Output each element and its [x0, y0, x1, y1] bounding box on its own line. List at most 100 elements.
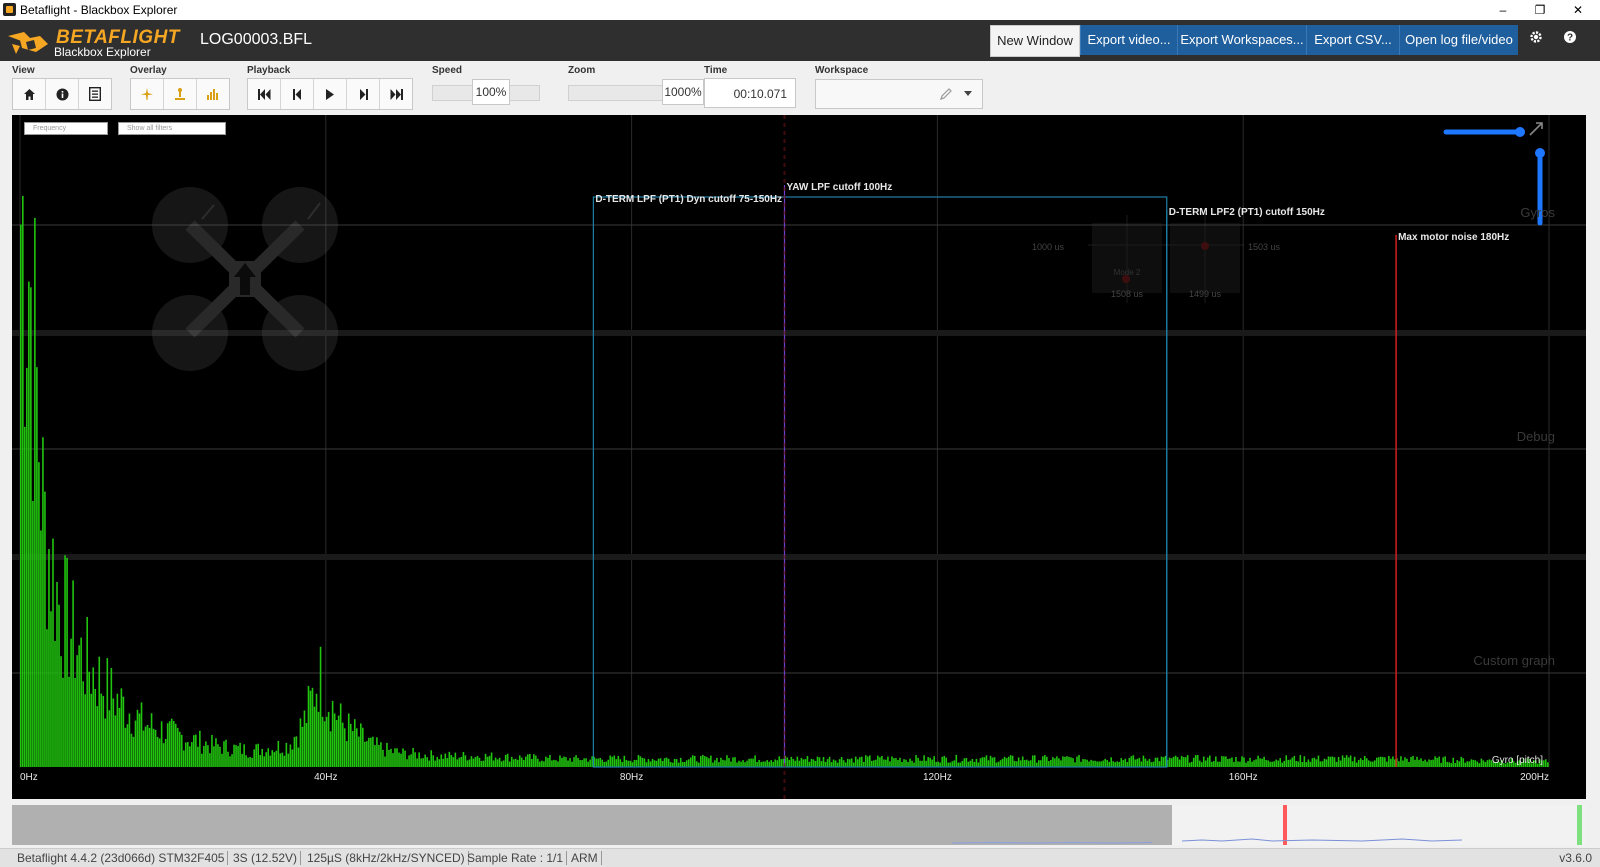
spectrum-bar	[653, 760, 656, 767]
spectrum-bar	[677, 762, 680, 767]
frequency-select[interactable]: Frequency	[24, 122, 108, 135]
spectrum-bar	[223, 741, 225, 767]
jump-end-icon[interactable]	[380, 79, 412, 109]
zoom-value[interactable]: 1000%	[662, 79, 704, 105]
spectrum-bar	[142, 730, 145, 767]
workspace-select[interactable]	[815, 79, 983, 109]
spectrum-bar	[617, 755, 620, 767]
spectrum-chart: Gyros Debug Custom graph 1000 us 1503 us…	[12, 115, 1586, 799]
spectrum-bar	[830, 762, 833, 767]
spectrum-bar	[798, 760, 801, 767]
spectrum-bar	[796, 756, 799, 767]
help-icon[interactable]: ?	[1561, 30, 1579, 50]
yaw-lpf-label: YAW LPF cutoff 100Hz	[787, 182, 893, 193]
pencil-icon[interactable]	[940, 88, 952, 100]
spectrum-bar	[76, 655, 78, 767]
export-workspaces-button[interactable]: Export Workspaces...	[1177, 25, 1306, 55]
maximize-button[interactable]: ❐	[1525, 2, 1555, 19]
spectrum-bar	[450, 755, 453, 767]
close-button[interactable]: ✕	[1563, 2, 1593, 19]
spectrum-bar	[858, 757, 861, 767]
spectrum-bar	[1096, 761, 1098, 767]
time-label: Time	[704, 65, 728, 76]
spectrum-bar	[868, 755, 871, 767]
spectrum-bar	[86, 617, 88, 767]
spectrum-bar	[1148, 758, 1151, 767]
spectrum-bar	[697, 762, 700, 767]
spectrum-bar	[1377, 757, 1380, 767]
spectrum-bar	[903, 759, 905, 767]
spectrum-bar	[929, 757, 931, 767]
open-log-button[interactable]: Open log file/video	[1399, 25, 1518, 55]
analyser-overlay-icon[interactable]	[197, 79, 229, 109]
spectrum-bar	[794, 760, 797, 767]
spectrum-bar	[178, 731, 181, 767]
spectrum-bar	[768, 761, 771, 767]
spectrum-bar	[605, 761, 608, 767]
spectrum-bar	[718, 762, 720, 767]
spectrum-bar	[746, 760, 748, 767]
spectrum-bar	[388, 749, 390, 767]
export-video-button[interactable]: Export video...	[1080, 25, 1177, 55]
spectrum-bar	[730, 761, 732, 767]
spectrum-bar	[1068, 756, 1070, 767]
window-titlebar: Betaflight - Blackbox Explorer – ❐ ✕	[0, 0, 1600, 21]
spectrum-bar	[422, 758, 424, 767]
spectrum-bar	[396, 748, 398, 767]
minimize-button[interactable]: –	[1488, 2, 1518, 19]
speed-value[interactable]: 100%	[472, 79, 510, 105]
home-icon[interactable]	[13, 79, 46, 109]
sticks-overlay-icon[interactable]	[164, 79, 197, 109]
spectrum-bar	[840, 757, 843, 767]
spectrum-bar	[426, 757, 428, 767]
spectrum-bar	[229, 756, 231, 767]
chevron-down-icon[interactable]	[964, 91, 972, 96]
jump-start-icon[interactable]	[248, 79, 281, 109]
spectrum-bar	[1482, 760, 1485, 767]
spectrum-bar	[191, 742, 193, 767]
spectrum-graph[interactable]: Gyros Debug Custom graph 1000 us 1503 us…	[12, 115, 1586, 799]
spectrum-bar	[1265, 759, 1267, 767]
spectrum-bar	[1132, 755, 1135, 767]
spectrum-bar	[647, 759, 650, 767]
spectrum-bar	[1042, 756, 1044, 767]
spectrum-bar	[98, 656, 101, 767]
export-csv-button[interactable]: Export CSV...	[1306, 25, 1399, 55]
step-forward-icon[interactable]	[347, 79, 380, 109]
spectrum-bar	[917, 757, 919, 767]
spectrum-bar	[547, 757, 549, 767]
stick-right-x-value: 1503 us	[1248, 242, 1281, 252]
spectrum-bar	[599, 757, 602, 767]
play-icon[interactable]	[314, 79, 347, 109]
spectrum-bar	[657, 758, 660, 767]
spectrum-bar	[1054, 758, 1056, 767]
spectrum-bar	[712, 762, 714, 767]
spectrum-bar	[40, 530, 42, 767]
spectrum-bar	[971, 758, 974, 767]
view-label: View	[12, 65, 35, 76]
step-back-icon[interactable]	[281, 79, 314, 109]
new-window-button[interactable]: New Window	[990, 25, 1080, 57]
spectrum-bar	[432, 755, 435, 767]
time-input[interactable]: 00:10.071	[704, 78, 796, 108]
log-table-icon[interactable]	[79, 79, 111, 109]
info-icon[interactable]	[46, 79, 79, 109]
spectrum-bar	[993, 757, 996, 767]
spectrum-bar	[74, 678, 76, 767]
spectrum-bar	[464, 755, 467, 767]
spectrum-bar	[364, 741, 366, 767]
spectrum-bar	[905, 759, 907, 767]
spectrum-bar	[84, 694, 86, 767]
craft-overlay-icon[interactable]	[131, 79, 164, 109]
spectrum-bar	[1019, 760, 1022, 767]
spectrum-bar	[897, 759, 899, 767]
spectrum-bar	[1414, 759, 1416, 767]
gear-icon[interactable]	[1527, 30, 1545, 50]
spectrum-bar	[923, 755, 925, 767]
spectrum-bar	[1343, 757, 1346, 767]
spectrum-bar	[370, 737, 372, 767]
spectrum-bar	[1174, 755, 1177, 767]
timeline-overview[interactable]	[12, 805, 1586, 845]
spectrum-bar	[1299, 755, 1302, 767]
filters-select[interactable]: Show all filters	[118, 122, 226, 135]
